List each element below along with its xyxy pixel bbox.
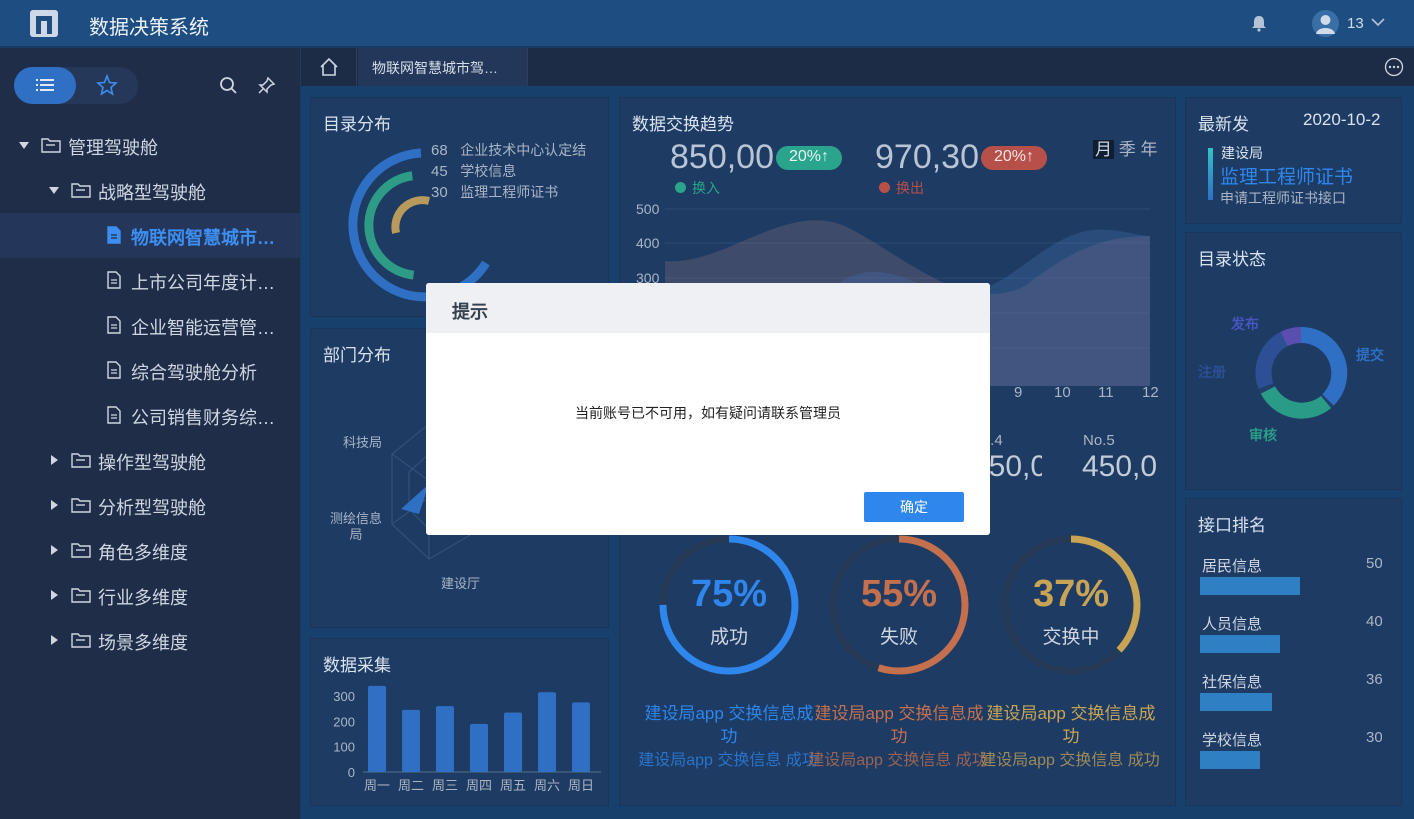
- dialog-message: 当前账号已不可用，如有疑问请联系管理员: [575, 405, 841, 421]
- dialog-title: 提示: [426, 283, 990, 333]
- alert-dialog: 提示 当前账号已不可用，如有疑问请联系管理员 确定: [426, 283, 990, 535]
- confirm-button[interactable]: 确定: [864, 492, 964, 522]
